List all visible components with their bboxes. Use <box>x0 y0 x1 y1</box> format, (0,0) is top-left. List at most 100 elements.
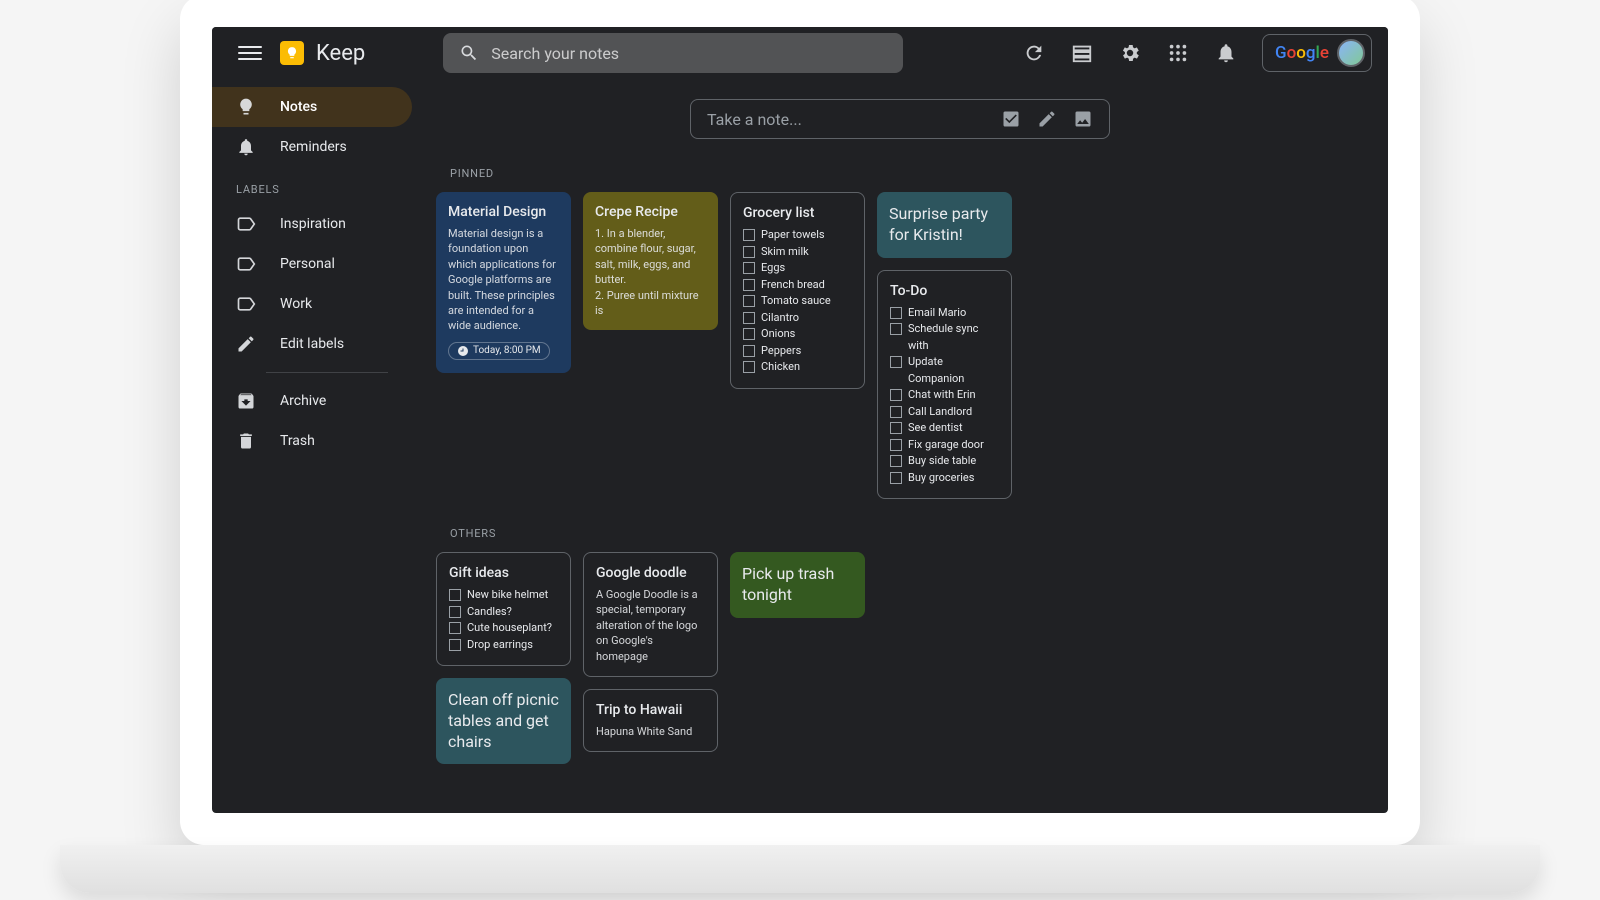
pinned-grid: Material Design Material design is a fou… <box>436 192 1364 499</box>
others-grid: Gift ideas New bike helmetCandles?Cute h… <box>436 552 1364 764</box>
checklist-item[interactable]: Peppers <box>743 343 852 360</box>
apps-grid-icon[interactable] <box>1158 33 1198 73</box>
note-title: Surprise party for Kristin! <box>889 204 1000 246</box>
checklist-item[interactable]: Schedule sync with <box>890 321 999 354</box>
note-title: Pick up trash tonight <box>742 564 853 606</box>
notifications-bell-icon[interactable] <box>1206 33 1246 73</box>
checklist-item[interactable]: See dentist <box>890 420 999 437</box>
sidebar-label: Edit labels <box>280 336 344 352</box>
sidebar-label: Inspiration <box>280 216 346 232</box>
checklist-item[interactable]: Eggs <box>743 260 852 277</box>
sidebar-label: Notes <box>280 99 317 115</box>
checklist-item[interactable]: Update Companion <box>890 354 999 387</box>
search-icon <box>459 43 479 63</box>
note-google-doodle[interactable]: Google doodle A Google Doodle is a speci… <box>583 552 718 677</box>
note-pickup-trash[interactable]: Pick up trash tonight <box>730 552 865 618</box>
checklist-item[interactable]: Email Mario <box>890 305 999 322</box>
reminder-text: Today, 8:00 PM <box>473 345 541 356</box>
label-icon <box>236 294 256 314</box>
checklist-item[interactable]: Buy groceries <box>890 470 999 487</box>
search-input[interactable] <box>491 44 887 63</box>
trash-icon <box>236 431 256 451</box>
note-body: 1. In a blender, combine flour, sugar, s… <box>595 226 706 318</box>
clock-icon <box>457 345 469 357</box>
pencil-icon <box>236 334 256 354</box>
reminder-chip[interactable]: Today, 8:00 PM <box>448 342 550 360</box>
note-body: Hapuna White Sand <box>596 724 705 739</box>
lightbulb-icon <box>236 97 256 117</box>
note-gift-ideas[interactable]: Gift ideas New bike helmetCandles?Cute h… <box>436 552 571 666</box>
checklist-item[interactable]: Chicken <box>743 359 852 376</box>
list-view-icon[interactable] <box>1062 33 1102 73</box>
note-title: Clean off picnic tables and get chairs <box>448 690 559 752</box>
note-body: Material design is a foundation upon whi… <box>448 226 559 334</box>
bell-icon <box>236 137 256 157</box>
checklist-item[interactable]: New bike helmet <box>449 587 558 604</box>
sidebar-item-work[interactable]: Work <box>212 284 412 324</box>
main-content: Take a note... Pinned Material Design Ma… <box>412 79 1388 813</box>
note-picnic[interactable]: Clean off picnic tables and get chairs <box>436 678 571 764</box>
label-icon <box>236 254 256 274</box>
note-title: Trip to Hawaii <box>596 702 705 718</box>
checklist-item[interactable]: Onions <box>743 326 852 343</box>
note-surprise-party[interactable]: Surprise party for Kristin! <box>877 192 1012 258</box>
sidebar-label: Personal <box>280 256 335 272</box>
pinned-header: Pinned <box>450 167 1364 180</box>
note-title: Crepe Recipe <box>595 204 706 220</box>
checklist: Email MarioSchedule sync withUpdate Comp… <box>890 305 999 487</box>
google-logo-text: Google <box>1275 43 1329 63</box>
refresh-icon[interactable] <box>1014 33 1054 73</box>
checklist-item[interactable]: Cilantro <box>743 310 852 327</box>
sidebar-item-reminders[interactable]: Reminders <box>212 127 412 167</box>
checklist-item[interactable]: French bread <box>743 277 852 294</box>
note-trip-hawaii[interactable]: Trip to Hawaii Hapuna White Sand <box>583 689 718 752</box>
sidebar-item-notes[interactable]: Notes <box>212 87 412 127</box>
keep-logo-icon <box>280 41 304 65</box>
note-body: A Google Doodle is a special, temporary … <box>596 587 705 664</box>
sidebar-label: Reminders <box>280 139 347 155</box>
sidebar-item-trash[interactable]: Trash <box>212 421 412 461</box>
checklist-item[interactable]: Cute houseplant? <box>449 620 558 637</box>
app-title: Keep <box>316 41 365 66</box>
sidebar-label: Archive <box>280 393 326 409</box>
note-title: Gift ideas <box>449 565 558 581</box>
note-crepe-recipe[interactable]: Crepe Recipe 1. In a blender, combine fl… <box>583 192 718 330</box>
checklist-item[interactable]: Skim milk <box>743 244 852 261</box>
sidebar-item-inspiration[interactable]: Inspiration <box>212 204 412 244</box>
checklist-item[interactable]: Chat with Erin <box>890 387 999 404</box>
sidebar: Notes Reminders Labels Inspiration Perso… <box>212 79 412 813</box>
new-image-icon[interactable] <box>1073 109 1093 129</box>
label-icon <box>236 214 256 234</box>
google-account[interactable]: Google <box>1262 34 1372 72</box>
take-note-placeholder: Take a note... <box>707 110 985 129</box>
search-bar[interactable] <box>443 33 903 73</box>
checklist-item[interactable]: Fix garage door <box>890 437 999 454</box>
note-material-design[interactable]: Material Design Material design is a fou… <box>436 192 571 373</box>
settings-gear-icon[interactable] <box>1110 33 1150 73</box>
note-title: To-Do <box>890 283 999 299</box>
others-header: Others <box>450 527 1364 540</box>
checklist-item[interactable]: Tomato sauce <box>743 293 852 310</box>
sidebar-item-archive[interactable]: Archive <box>212 381 412 421</box>
sidebar-item-personal[interactable]: Personal <box>212 244 412 284</box>
note-todo[interactable]: To-Do Email MarioSchedule sync withUpdat… <box>877 270 1012 500</box>
sidebar-item-edit-labels[interactable]: Edit labels <box>212 324 412 364</box>
checklist: New bike helmetCandles?Cute houseplant?D… <box>449 587 558 653</box>
new-drawing-icon[interactable] <box>1037 109 1057 129</box>
checklist-item[interactable]: Call Landlord <box>890 404 999 421</box>
topbar: Keep Google <box>212 27 1388 79</box>
take-note-bar[interactable]: Take a note... <box>690 99 1110 139</box>
note-title: Google doodle <box>596 565 705 581</box>
checklist-item[interactable]: Paper towels <box>743 227 852 244</box>
new-list-icon[interactable] <box>1001 109 1021 129</box>
labels-header: Labels <box>212 167 412 204</box>
archive-icon <box>236 391 256 411</box>
checklist-item[interactable]: Candles? <box>449 604 558 621</box>
checklist-item[interactable]: Buy side table <box>890 453 999 470</box>
checklist-item[interactable]: Drop earrings <box>449 637 558 654</box>
sidebar-label: Work <box>280 296 312 312</box>
hamburger-menu-icon[interactable] <box>228 31 272 75</box>
note-grocery-list[interactable]: Grocery list Paper towelsSkim milkEggsFr… <box>730 192 865 389</box>
checklist: Paper towelsSkim milkEggsFrench breadTom… <box>743 227 852 376</box>
profile-avatar[interactable] <box>1337 39 1365 67</box>
